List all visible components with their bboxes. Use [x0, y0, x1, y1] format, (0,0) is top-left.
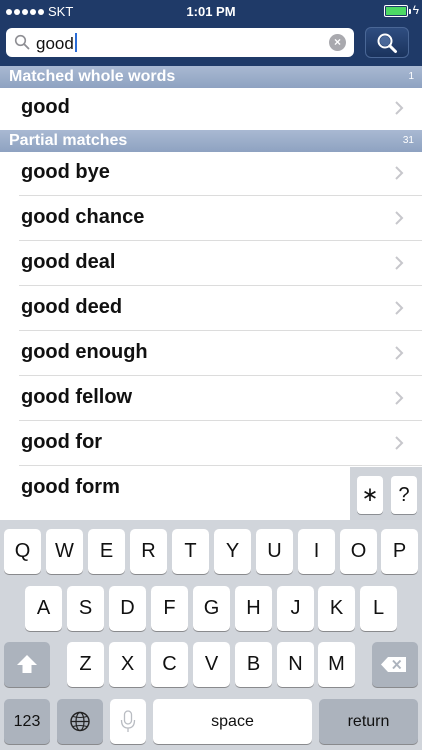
delete-icon	[381, 657, 406, 672]
list-item-good[interactable]: good	[0, 88, 422, 130]
magnifier-icon	[14, 34, 30, 50]
section-count: 1	[408, 71, 414, 82]
keyboard: Q W E R T Y U I O P A S D F G H J K L Z …	[0, 520, 422, 750]
list-item-label: good deed	[21, 296, 123, 318]
row-divider	[19, 420, 422, 421]
key-q[interactable]: Q	[4, 529, 41, 574]
list-item-label: good deal	[21, 251, 116, 273]
numbers-key[interactable]: 123	[4, 699, 50, 744]
question-mark-key[interactable]: ?	[391, 476, 417, 514]
list-item-good-for[interactable]: good for	[0, 422, 422, 466]
key-s[interactable]: S	[67, 586, 104, 631]
battery-icon	[384, 5, 411, 17]
list-item-good-enough[interactable]: good enough	[0, 332, 422, 376]
key-r[interactable]: R	[130, 529, 167, 574]
list-item-good-deal[interactable]: good deal	[0, 242, 422, 286]
text-caret	[74, 33, 77, 52]
search-button[interactable]	[365, 27, 409, 58]
key-v[interactable]: V	[193, 642, 230, 687]
row-divider	[19, 240, 422, 241]
row-divider	[19, 375, 422, 376]
list-item-label: good for	[21, 431, 103, 453]
list-item-label: good chance	[21, 206, 145, 228]
key-e[interactable]: E	[88, 529, 125, 574]
chevron-right-icon	[395, 436, 404, 450]
key-z[interactable]: Z	[67, 642, 104, 687]
section-title: Partial matches	[9, 132, 128, 149]
list-item-label: good bye	[21, 161, 110, 183]
section-title: Matched whole words	[9, 68, 176, 85]
chevron-right-icon	[395, 301, 404, 315]
list-item-good-chance[interactable]: good chance	[0, 197, 422, 241]
key-u[interactable]: U	[256, 529, 293, 574]
key-l[interactable]: L	[360, 586, 397, 631]
list-item-label: good form	[21, 476, 120, 498]
globe-icon	[70, 711, 90, 732]
chevron-right-icon	[395, 256, 404, 270]
dictation-key[interactable]	[110, 699, 146, 744]
clear-search-button[interactable]: ×	[329, 34, 346, 51]
row-divider	[19, 330, 422, 331]
key-g[interactable]: G	[193, 586, 230, 631]
chevron-right-icon	[395, 391, 404, 405]
key-f[interactable]: F	[151, 586, 188, 631]
chevron-right-icon	[395, 346, 404, 360]
row-divider	[19, 195, 422, 196]
delete-key[interactable]	[372, 642, 418, 687]
status-time: 1:01 PM	[186, 4, 236, 19]
row-divider	[19, 285, 422, 286]
return-key[interactable]: return	[319, 699, 418, 744]
list-item-good-deed[interactable]: good deed	[0, 287, 422, 331]
section-count: 31	[402, 135, 414, 146]
wildcard-key[interactable]: ∗	[357, 476, 383, 514]
key-c[interactable]: C	[151, 642, 188, 687]
key-t[interactable]: T	[172, 529, 209, 574]
key-h[interactable]: H	[235, 586, 272, 631]
list-item-label: good fellow	[21, 386, 133, 408]
space-key[interactable]: space	[153, 699, 312, 744]
top-bar: SKT 1:01 PM ϟ good ×	[0, 0, 422, 66]
key-w[interactable]: W	[46, 529, 83, 574]
row-divider	[19, 465, 422, 466]
list-item-label: good enough	[21, 341, 148, 363]
status-bar: SKT 1:01 PM ϟ	[0, 0, 422, 22]
section-header-whole-words: Matched whole words 1	[0, 66, 422, 88]
charging-bolt-icon: ϟ	[412, 3, 419, 17]
key-y[interactable]: Y	[214, 529, 251, 574]
key-n[interactable]: N	[277, 642, 314, 687]
search-input[interactable]: good ×	[6, 28, 354, 57]
key-k[interactable]: K	[318, 586, 355, 631]
list-item-good-bye[interactable]: good bye	[0, 152, 422, 196]
key-p[interactable]: P	[381, 529, 418, 574]
search-query: good	[36, 33, 77, 54]
key-b[interactable]: B	[235, 642, 272, 687]
key-a[interactable]: A	[25, 586, 62, 631]
microphone-icon	[120, 710, 136, 732]
search-icon	[377, 33, 397, 53]
key-j[interactable]: J	[277, 586, 314, 631]
key-d[interactable]: D	[109, 586, 146, 631]
key-m[interactable]: M	[318, 642, 355, 687]
section-header-partial: Partial matches 31	[0, 130, 422, 152]
chevron-right-icon	[395, 211, 404, 225]
key-o[interactable]: O	[340, 529, 377, 574]
shift-key[interactable]	[4, 642, 50, 687]
shift-icon	[17, 655, 37, 673]
chevron-right-icon	[395, 101, 404, 115]
key-i[interactable]: I	[298, 529, 335, 574]
chevron-right-icon	[395, 166, 404, 180]
key-x[interactable]: X	[109, 642, 146, 687]
list-item-label: good	[21, 96, 70, 118]
globe-key[interactable]	[57, 699, 103, 744]
list-item-good-fellow[interactable]: good fellow	[0, 377, 422, 421]
